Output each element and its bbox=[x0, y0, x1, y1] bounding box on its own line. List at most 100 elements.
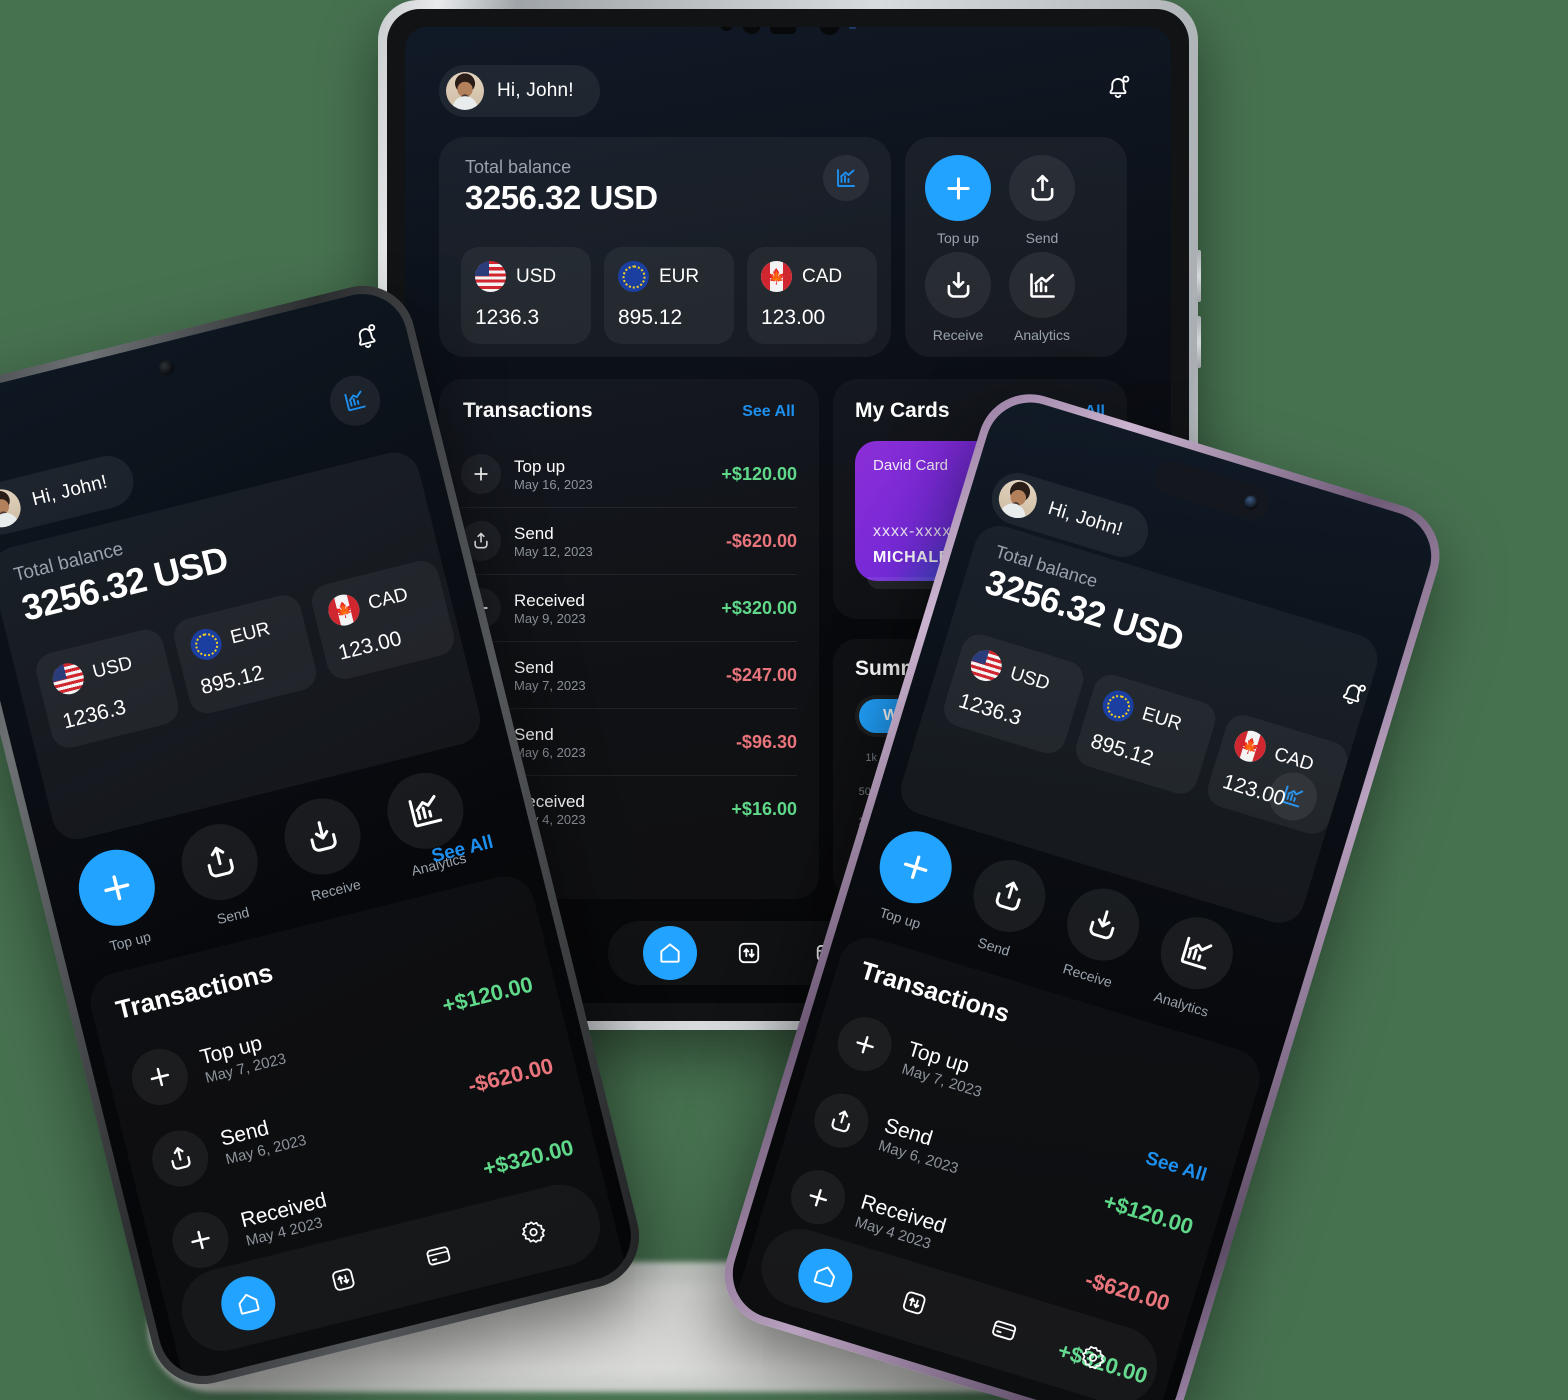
action-top-up[interactable]: Top up bbox=[863, 822, 961, 936]
action-receive[interactable]: Receive bbox=[925, 252, 991, 343]
transaction-amount: -$247.00 bbox=[725, 664, 797, 685]
user-avatar bbox=[0, 485, 25, 532]
currency-card-usd[interactable]: USD 1236.3 bbox=[939, 630, 1088, 758]
analytics-chart-icon[interactable] bbox=[324, 370, 386, 431]
plus-icon bbox=[831, 1010, 899, 1078]
nav-transfer[interactable] bbox=[866, 1277, 963, 1329]
send-up-icon bbox=[964, 850, 1055, 941]
tablet-volume-down[interactable] bbox=[1197, 316, 1201, 368]
action-receive[interactable]: Receive bbox=[276, 790, 374, 906]
table-row[interactable]: Send May 7, 2023 -$247.00 bbox=[461, 642, 797, 708]
table-row[interactable]: Send May 12, 2023 -$620.00 bbox=[461, 508, 797, 574]
currency-card-usd[interactable]: USD 1236.3 bbox=[32, 625, 183, 752]
transaction-date: May 7, 2023 bbox=[514, 677, 586, 693]
card-name: David Card bbox=[873, 457, 949, 474]
settings-gear-icon bbox=[521, 1221, 546, 1243]
action-label: Top up bbox=[107, 928, 153, 954]
nav-card[interactable] bbox=[955, 1304, 1052, 1356]
transfer-icon bbox=[903, 1291, 926, 1315]
currency-card-cad[interactable]: 🍁 CAD 123.00 bbox=[747, 247, 877, 344]
transaction-date: May 12, 2023 bbox=[514, 543, 593, 559]
bar-chart-icon bbox=[1009, 252, 1075, 318]
currency-card-cad[interactable]: 🍁 CAD 123.00 bbox=[308, 557, 458, 683]
y-tick-1k: 1k bbox=[865, 752, 877, 764]
currency-card-eur[interactable]: EUR 895.12 bbox=[604, 247, 734, 344]
home-icon bbox=[215, 1270, 281, 1337]
notification-bell-icon[interactable] bbox=[348, 318, 385, 356]
analytics-chart-icon[interactable] bbox=[823, 155, 869, 201]
nav-settings[interactable] bbox=[1045, 1332, 1142, 1384]
total-balance-label: Total balance bbox=[465, 157, 572, 177]
transaction-amount: -$96.30 bbox=[735, 731, 797, 752]
plus-icon bbox=[70, 841, 163, 934]
nav-card[interactable] bbox=[388, 1231, 489, 1280]
transaction-amount: +$120.00 bbox=[1100, 1188, 1197, 1240]
mockup-stage: Hi, John! Total balance 3256.32 USD USD … bbox=[0, 0, 1568, 1400]
greeting-pill[interactable]: Hi, John! bbox=[439, 65, 600, 117]
card-icon bbox=[991, 1320, 1016, 1341]
action-receive[interactable]: Receive bbox=[1051, 879, 1149, 994]
tablet-volume-up[interactable] bbox=[1197, 250, 1201, 302]
table-row[interactable]: Received May 9, 2023 +$320.00 bbox=[461, 575, 797, 641]
currency-value: 895.12 bbox=[198, 661, 267, 700]
action-send[interactable]: Send bbox=[1009, 155, 1075, 246]
nav-settings[interactable] bbox=[483, 1208, 584, 1257]
flag-eu-icon bbox=[1098, 686, 1138, 726]
notification-bell-icon[interactable] bbox=[1103, 71, 1133, 103]
greeting-text: Hi, John! bbox=[497, 80, 574, 101]
transaction-amount: +$320.00 bbox=[721, 597, 797, 618]
receive-down-icon bbox=[1058, 879, 1149, 970]
transaction-amount: -$620.00 bbox=[1082, 1266, 1173, 1316]
plus-icon bbox=[125, 1043, 194, 1111]
nav-home[interactable] bbox=[630, 926, 709, 980]
action-label: Send bbox=[975, 934, 1012, 960]
flag-ca-icon: 🍁 bbox=[325, 591, 363, 629]
settings-gear-icon bbox=[1082, 1345, 1105, 1370]
plus-icon bbox=[166, 1206, 235, 1274]
action-label: Send bbox=[215, 903, 251, 928]
currency-code: CAD bbox=[802, 265, 843, 287]
currency-value: 1236.3 bbox=[475, 306, 540, 329]
action-top-up[interactable]: Top up bbox=[70, 841, 169, 958]
action-analytics[interactable]: Analytics bbox=[1009, 252, 1075, 343]
table-row[interactable]: Top up May 16, 2023 +$120.00 bbox=[461, 441, 797, 507]
transactions-see-all[interactable]: See All bbox=[742, 403, 795, 421]
currency-code: CAD bbox=[365, 583, 410, 614]
my-cards-title: My Cards bbox=[855, 399, 950, 422]
action-top-up[interactable]: Top up bbox=[925, 155, 991, 246]
action-label: Top up bbox=[936, 230, 980, 246]
transaction-amount: +$16.00 bbox=[731, 798, 797, 819]
currency-code: EUR bbox=[1139, 702, 1185, 735]
action-label: Send bbox=[1025, 230, 1059, 246]
currency-code: CAD bbox=[1271, 743, 1317, 776]
transfer-icon bbox=[332, 1268, 355, 1291]
transaction-amount: +$120.00 bbox=[439, 971, 536, 1019]
flag-eu-icon bbox=[187, 625, 225, 664]
transaction-amount: +$120.00 bbox=[721, 463, 797, 484]
action-label: Receive bbox=[932, 327, 984, 343]
action-send[interactable]: Send bbox=[173, 816, 272, 932]
action-analytics[interactable]: Analytics bbox=[1145, 908, 1242, 1022]
total-balance-amount: 3256.32 USD bbox=[465, 179, 658, 216]
currency-card-cad[interactable]: 🍁 CAD 123.00 bbox=[1203, 710, 1352, 839]
nav-home[interactable] bbox=[194, 1265, 302, 1341]
home-icon bbox=[642, 926, 697, 980]
nav-home[interactable] bbox=[772, 1236, 877, 1315]
transaction-date: May 9, 2023 bbox=[514, 610, 586, 626]
nav-transfer[interactable] bbox=[293, 1255, 394, 1304]
transaction-name: Send bbox=[514, 657, 554, 677]
action-analytics[interactable]: Analytics bbox=[379, 764, 477, 881]
currency-value: 123.00 bbox=[335, 626, 404, 665]
transaction-date: May 16, 2023 bbox=[514, 476, 593, 492]
currency-card-usd[interactable]: USD 1236.3 bbox=[461, 247, 591, 344]
nav-transfer[interactable] bbox=[709, 940, 788, 966]
transaction-amount: +$320.00 bbox=[480, 1134, 577, 1182]
tablet-camera-array bbox=[720, 27, 856, 35]
action-send[interactable]: Send bbox=[957, 850, 1055, 965]
currency-card-eur[interactable]: EUR 895.12 bbox=[1071, 670, 1220, 799]
flag-ca-icon: 🍁 bbox=[761, 261, 792, 292]
flag-us-icon bbox=[49, 660, 88, 698]
send-up-icon bbox=[146, 1124, 215, 1193]
currency-card-eur[interactable]: EUR 895.12 bbox=[170, 591, 320, 718]
camera-indicator bbox=[849, 27, 856, 29]
